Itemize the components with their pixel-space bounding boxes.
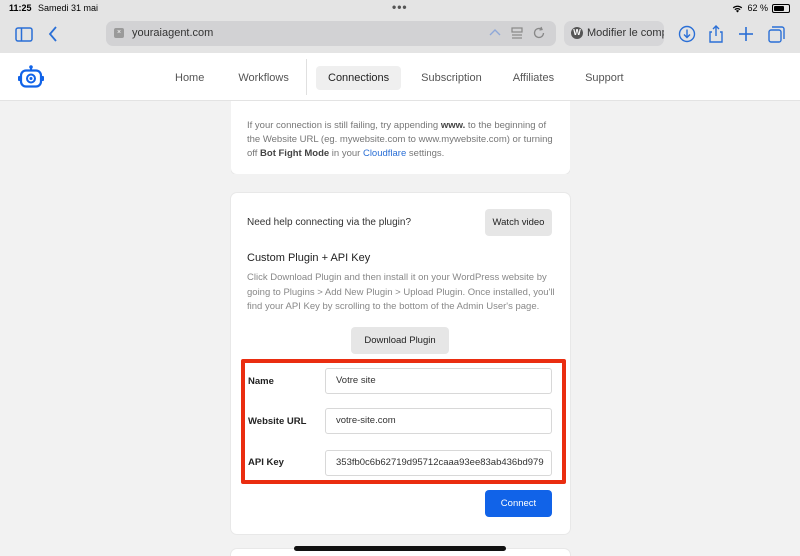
main-nav: Home Workflows — [163, 65, 301, 90]
site-header: Home Workflows Connections Subscription … — [0, 53, 800, 101]
site-favicon-icon: × — [114, 28, 124, 38]
status-time: 11:25 — [9, 3, 32, 13]
plugin-help-text: Need help connecting via the plugin? — [247, 217, 412, 228]
reload-icon[interactable] — [532, 26, 546, 40]
nav-divider — [306, 59, 307, 95]
wifi-icon — [733, 5, 743, 13]
status-date: Samedi 31 mai — [38, 3, 99, 13]
cloudflare-link[interactable]: Cloudflare — [363, 148, 406, 159]
nav-connections[interactable]: Connections — [316, 65, 402, 90]
nav-workflows[interactable]: Workflows — [226, 66, 301, 90]
plugin-title: Custom Plugin + API Key — [247, 252, 371, 264]
multitask-dots-icon[interactable]: ••• — [392, 0, 408, 14]
browser-chrome: 11:25 Samedi 31 mai ••• 62 % × youraiage… — [0, 0, 800, 53]
address-url[interactable]: youraiagent.com — [132, 27, 213, 39]
sidebar-toggle-icon[interactable] — [14, 24, 34, 44]
nav-home[interactable]: Home — [163, 66, 216, 90]
address-bar[interactable]: × youraiagent.com — [106, 21, 556, 46]
troubleshoot-card: If your connection is still failing, try… — [231, 101, 570, 174]
back-chevron-icon[interactable] — [43, 24, 63, 44]
nav-support[interactable]: Support — [573, 66, 636, 90]
other-tab[interactable]: W Modifier le comp — [564, 21, 664, 46]
new-tab-plus-icon[interactable] — [736, 24, 756, 44]
robot-logo-icon[interactable] — [18, 65, 44, 89]
ai-sparkle-icon[interactable] — [488, 26, 502, 40]
battery-percent: 62 % — [747, 3, 768, 13]
main-nav-right: Connections Subscription Affiliates Supp… — [316, 65, 636, 90]
battery-icon — [772, 3, 790, 13]
annotation-highlight-box — [241, 359, 566, 484]
status-right: 62 % — [732, 3, 790, 13]
download-plugin-button[interactable]: Download Plugin — [351, 327, 449, 354]
watch-video-button[interactable]: Watch video — [485, 209, 552, 236]
wordpress-icon: W — [571, 27, 583, 39]
plugin-description: Click Download Plugin and then install i… — [247, 272, 555, 312]
share-icon[interactable] — [706, 24, 726, 44]
download-icon[interactable] — [677, 24, 697, 44]
home-indicator[interactable] — [294, 546, 506, 551]
reader-icon[interactable] — [510, 26, 524, 40]
troubleshoot-text: If your connection is still failing, try… — [247, 120, 553, 159]
other-tab-title: Modifier le comp — [587, 27, 664, 39]
tab-overview-icon[interactable] — [766, 24, 786, 44]
nav-subscription[interactable]: Subscription — [409, 66, 494, 90]
nav-affiliates[interactable]: Affiliates — [501, 66, 566, 90]
connect-button[interactable]: Connect — [485, 490, 552, 517]
